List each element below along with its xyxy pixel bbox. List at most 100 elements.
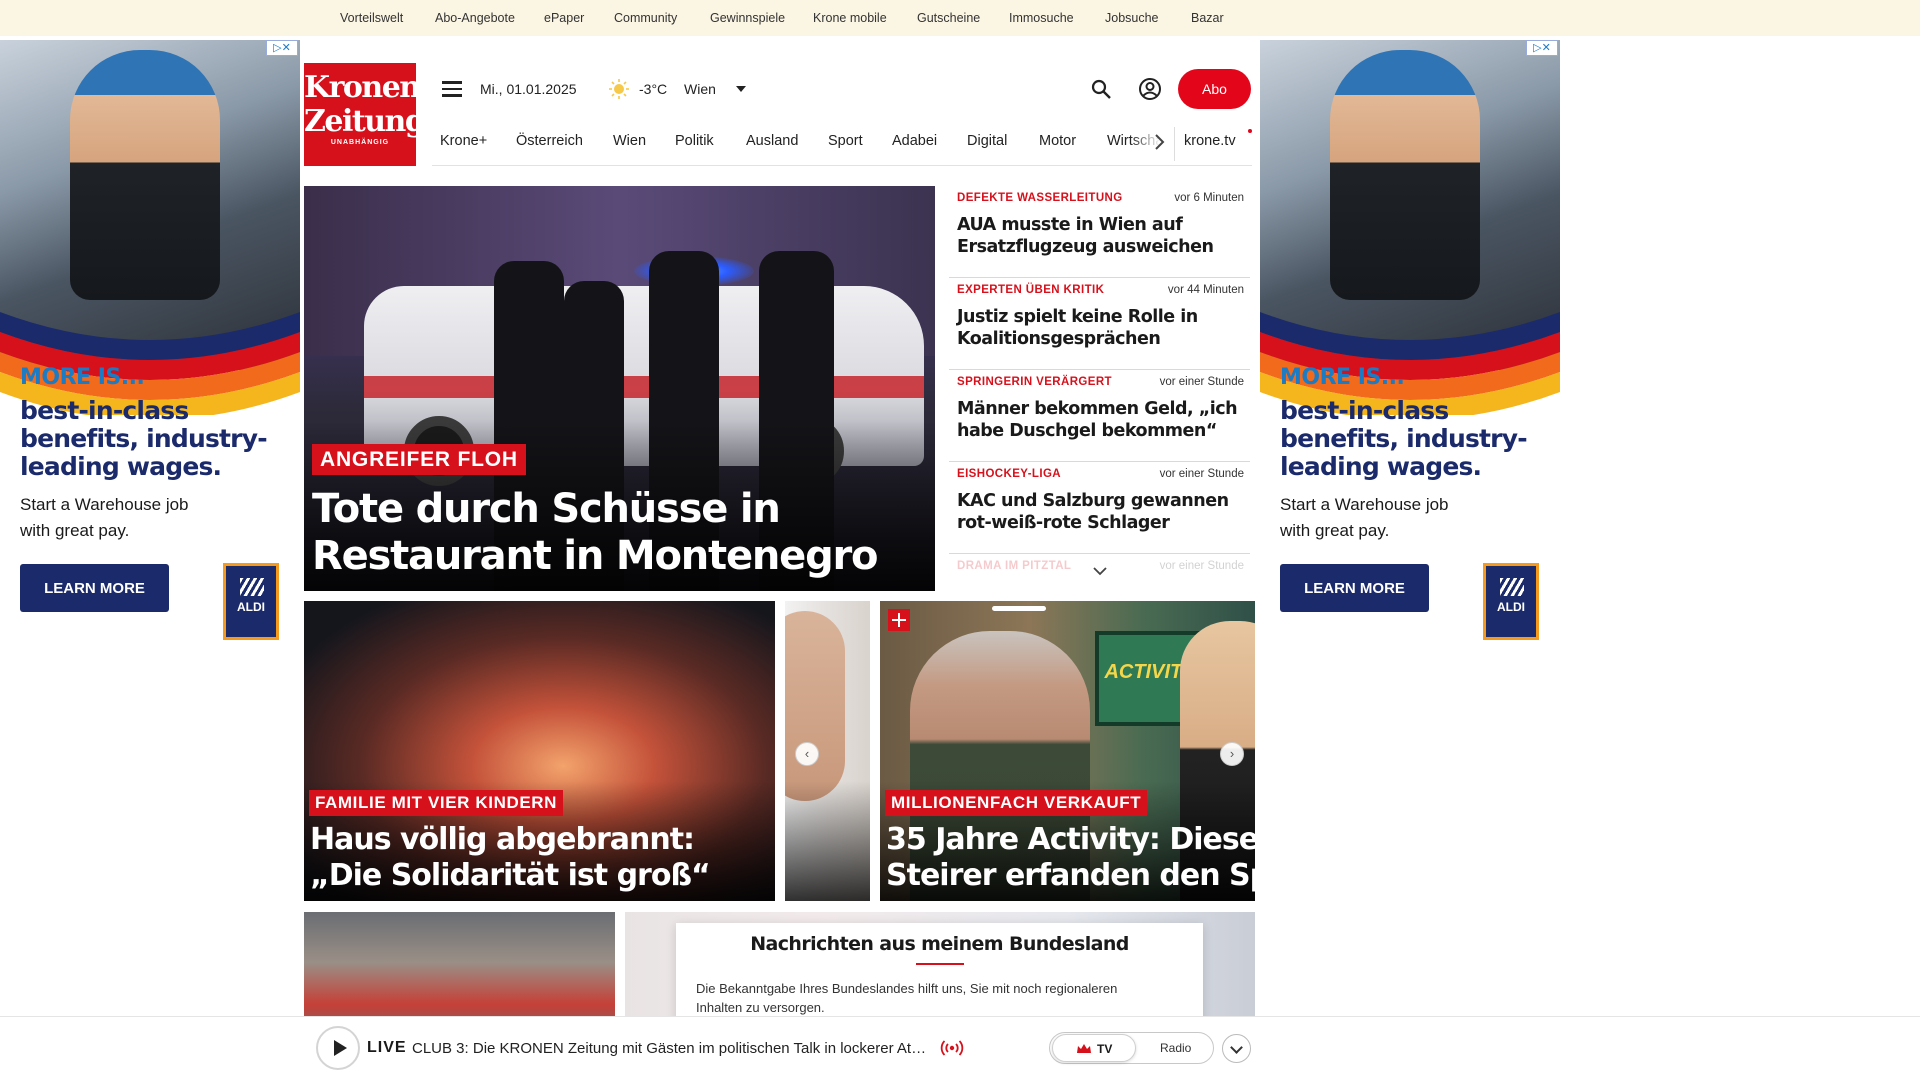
nav-item-motor[interactable]: Motor	[1039, 133, 1076, 149]
topbar-link-vorteilswelt[interactable]: Vorteilswelt	[340, 11, 403, 25]
sun-icon	[609, 79, 629, 99]
teaser-time: vor einer Stunde	[1159, 468, 1244, 480]
chevron-right-icon[interactable]	[1150, 130, 1168, 154]
card-gradient-overlay	[785, 781, 870, 901]
ad-headline: best-in-class benefits, industry-leading…	[1280, 396, 1528, 481]
list-item[interactable]: SPRINGERIN VERÄRGERT vor einer Stunde Mä…	[949, 370, 1250, 462]
toggle-tv-option[interactable]: TV	[1052, 1034, 1136, 1062]
teaser-title[interactable]: KAC und Salzburg gewannen rot-weiß-rote …	[957, 490, 1242, 534]
ad-subtext: Start a Warehouse job with great pay.	[20, 495, 189, 540]
card-title-line: Haus völlig abgebrannt:	[310, 822, 695, 857]
broadcast-icon	[940, 1040, 964, 1056]
city-value: Wien	[684, 81, 716, 97]
topbar-link-abo-angebote[interactable]: Abo-Angebote	[435, 11, 515, 25]
play-button[interactable]	[316, 1026, 360, 1070]
region-prompt-divider	[916, 963, 964, 965]
nav-item-krone-plus[interactable]: Krone+	[440, 133, 487, 149]
ad-learn-more-button[interactable]: LEARN MORE	[1280, 564, 1429, 612]
search-icon[interactable]	[1090, 78, 1112, 100]
topbar-link-jobsuche[interactable]: Jobsuche	[1105, 11, 1159, 25]
nav-item-wien[interactable]: Wien	[613, 133, 646, 149]
teaser-category: DEFEKTE WASSERLEITUNG	[957, 192, 1123, 204]
main-navigation: Krone+ Österreich Wien Politik Ausland S…	[432, 124, 1252, 166]
list-item[interactable]: EISHOCKEY-LIGA vor einer Stunde KAC und …	[949, 462, 1250, 554]
live-dot-indicator	[1248, 129, 1252, 133]
topbar-link-krone-mobile[interactable]: Krone mobile	[813, 11, 887, 25]
logo-line-2: Zeitung	[304, 104, 426, 139]
live-label: LIVE	[367, 1039, 407, 1056]
nav-item-digital[interactable]: Digital	[967, 133, 1007, 149]
teaser-category: EISHOCKEY-LIGA	[957, 468, 1062, 480]
teaser-time: vor 44 Minuten	[1167, 284, 1244, 296]
caret-down-icon	[736, 86, 746, 92]
card-kicker: FAMILIE MIT VIER KINDERN	[309, 790, 564, 816]
card-title[interactable]: Haus völlig abgebrannt: „Die Solidarität…	[310, 822, 770, 894]
article-card-activity[interactable]: ACTIVITY MILLIONENFACH VERKAUFT 35 Jahre…	[880, 601, 1255, 901]
aldi-logo: ALDI	[223, 563, 279, 640]
topbar-link-immosuche[interactable]: Immosuche	[1009, 11, 1074, 25]
teaser-title[interactable]: Männer bekommen Geld, „ich habe Duschgel…	[957, 398, 1242, 442]
live-stream-title[interactable]: CLUB 3: Die KRONEN Zeitung mit Gästen im…	[412, 1040, 928, 1057]
chevron-down-icon[interactable]	[1092, 565, 1108, 577]
nav-item-sport[interactable]: Sport	[828, 133, 863, 149]
nav-item-krone-tv[interactable]: krone.tv	[1184, 133, 1236, 149]
hero-article[interactable]: ANGREIFER FLOH Tote durch Schüsse in Res…	[304, 186, 935, 591]
topbar-link-gutscheine[interactable]: Gutscheine	[917, 11, 980, 25]
menu-icon[interactable]	[442, 81, 462, 97]
list-item[interactable]: EXPERTEN ÜBEN KRITIK vor 44 Minuten Just…	[949, 278, 1250, 370]
temperature: -3°C	[639, 81, 668, 97]
topbar-link-epaper[interactable]: ePaper	[544, 11, 584, 25]
teaser-category: DRAMA IM PITZTAL	[957, 560, 1072, 572]
account-icon[interactable]	[1138, 77, 1162, 101]
ad-choices-icon[interactable]: ▷✕	[266, 40, 298, 56]
krone-plus-badge-icon	[888, 609, 910, 631]
region-prompt-title: Nachrichten aus meinem Bundesland	[750, 933, 1129, 955]
toggle-radio-option[interactable]: Radio	[1160, 1041, 1191, 1055]
kronen-zeitung-logo[interactable]: Kronen Zeitung UNABHÄNGIG	[304, 63, 426, 166]
ad-learn-more-button[interactable]: LEARN MORE	[20, 564, 169, 612]
region-prompt-text: Die Bekanntgabe Ihres Bundeslandes hilft…	[696, 981, 1118, 1015]
teaser-title[interactable]: Justiz spielt keine Rolle in Koalitionsg…	[957, 306, 1242, 350]
nav-item-adabei[interactable]: Adabei	[892, 133, 937, 149]
topbar-link-community[interactable]: Community	[614, 11, 677, 25]
ad-tagline: MORE IS...	[1280, 365, 1405, 390]
teaser-category: SPRINGERIN VERÄRGERT	[957, 376, 1112, 388]
toggle-tv-label: TV	[1097, 1042, 1113, 1056]
logo-line-1: Kronen	[304, 70, 421, 105]
nav-item-oesterreich[interactable]: Österreich	[516, 133, 583, 149]
carousel-next-button[interactable]: ›	[1220, 742, 1244, 766]
teaser-category: EXPERTEN ÜBEN KRITIK	[957, 284, 1105, 296]
ad-choices-icon[interactable]: ▷✕	[1526, 40, 1558, 56]
teaser-time: vor einer Stunde	[1159, 376, 1244, 388]
ad-tagline: MORE IS...	[20, 365, 145, 390]
carousel-indicator	[992, 606, 1046, 611]
article-card-fire[interactable]: FAMILIE MIT VIER KINDERN Haus völlig abg…	[304, 601, 775, 901]
crown-icon	[1077, 1044, 1091, 1053]
left-ad-banner[interactable]: ▷✕ MORE IS... best-in-class benefits, in…	[0, 40, 300, 640]
card-title[interactable]: 35 Jahre Activity: Diese Steirer erfande…	[886, 822, 1255, 894]
card-title-line: Steirer erfanden den Spie	[886, 858, 1255, 893]
carousel-prev-button[interactable]: ‹	[795, 742, 819, 766]
current-date: Mi., 01.01.2025	[480, 81, 577, 97]
ad-worker-image	[70, 50, 220, 300]
list-item[interactable]: DEFEKTE WASSERLEITUNG vor 6 Minuten AUA …	[949, 186, 1250, 278]
hero-title[interactable]: Tote durch Schüsse in Restaurant in Mont…	[312, 486, 922, 580]
topbar-link-bazar[interactable]: Bazar	[1191, 11, 1224, 25]
card-title-line: 35 Jahre Activity: Diese	[886, 822, 1255, 857]
teaser-time: vor 6 Minuten	[1174, 192, 1244, 204]
nav-item-politik[interactable]: Politik	[675, 133, 714, 149]
nav-item-ausland[interactable]: Ausland	[746, 133, 798, 149]
player-expand-button[interactable]	[1222, 1034, 1251, 1063]
ad-worker-image	[1330, 50, 1480, 300]
right-ad-banner[interactable]: ▷✕ MORE IS... best-in-class benefits, in…	[1260, 40, 1560, 640]
ad-subtext: Start a Warehouse job with great pay.	[1280, 495, 1449, 540]
topbar-link-gewinnspiele[interactable]: Gewinnspiele	[710, 11, 785, 25]
city-select[interactable]: Wien	[684, 78, 750, 100]
top-utility-bar: Vorteilswelt Abo-Angebote ePaper Communi…	[0, 0, 1920, 36]
logo-tagline: UNABHÄNGIG	[330, 139, 390, 146]
abo-button[interactable]: Abo	[1178, 69, 1251, 109]
ad-headline: best-in-class benefits, industry-leading…	[20, 396, 268, 481]
hero-image-vehicle-stripe	[364, 376, 924, 398]
teaser-title[interactable]: AUA musste in Wien auf Ersatzflugzeug au…	[957, 214, 1242, 258]
card-image-person	[785, 611, 845, 801]
